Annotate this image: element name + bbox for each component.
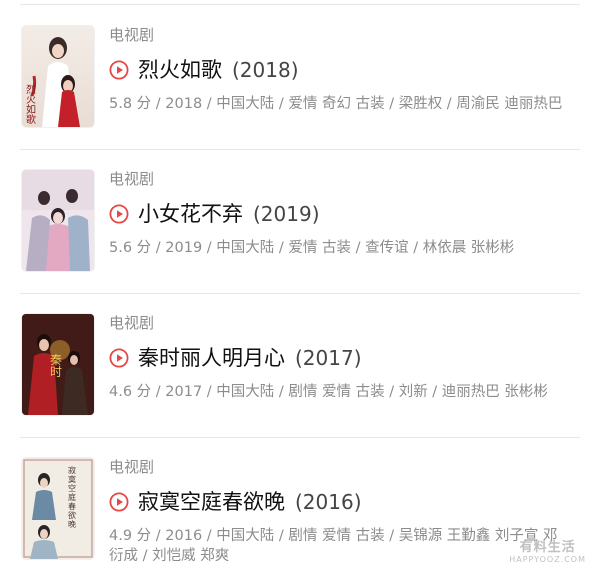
poster-text: 烈火如歌 xyxy=(26,85,36,126)
poster-image[interactable] xyxy=(22,170,94,271)
list-item[interactable]: 烈火如歌 电视剧 烈火如歌 (2018) 5.8 分 / 2018 / 中国大陆… xyxy=(0,5,600,149)
watermark-sub: HAPPYOOZ.COM xyxy=(509,555,586,564)
poster-art xyxy=(22,170,94,271)
item-title[interactable]: 秦时丽人明月心 xyxy=(138,343,285,373)
category-label: 电视剧 xyxy=(109,458,155,476)
play-icon[interactable] xyxy=(109,348,129,368)
item-year: (2018) xyxy=(232,58,299,82)
poster-text: 秦时 xyxy=(50,353,63,379)
category-label: 电视剧 xyxy=(109,26,155,44)
item-year: (2016) xyxy=(295,490,362,514)
item-title[interactable]: 小女花不弃 xyxy=(138,199,243,229)
play-icon[interactable] xyxy=(109,60,129,80)
item-meta: 4.9 分 / 2016 / 中国大陆 / 剧情 爱情 古装 / 吴锦源 王勤鑫… xyxy=(109,528,558,564)
category-label: 电视剧 xyxy=(109,314,155,332)
result-list: 烈火如歌 电视剧 烈火如歌 (2018) 5.8 分 / 2018 / 中国大陆… xyxy=(0,5,600,581)
category-label: 电视剧 xyxy=(109,170,155,188)
poster-image[interactable]: 寂寞空庭春欲晚 xyxy=(22,458,94,559)
item-title[interactable]: 烈火如歌 xyxy=(138,55,222,85)
play-icon[interactable] xyxy=(109,492,129,512)
list-item[interactable]: 电视剧 小女花不弃 (2019) 5.6 分 / 2019 / 中国大陆 / 爱… xyxy=(0,149,600,293)
play-icon[interactable] xyxy=(109,204,129,224)
item-title[interactable]: 寂寞空庭春欲晚 xyxy=(138,487,285,517)
watermark: 有料生活 HAPPYOOZ.COM xyxy=(509,536,586,564)
list-item[interactable]: 秦时 电视剧 秦时丽人明月心 (2017) 4.6 分 / 2017 / 中国大… xyxy=(0,293,600,437)
poster-art xyxy=(22,458,94,559)
item-meta: 4.6 分 / 2017 / 中国大陆 / 剧情 爱情 古装 / 刘新 / 迪丽… xyxy=(109,384,548,400)
watermark-main: 有料生活 xyxy=(519,540,576,555)
poster-image[interactable]: 秦时 xyxy=(22,314,94,415)
poster-text: 寂寞空庭春欲晚 xyxy=(68,466,76,529)
poster-image[interactable]: 烈火如歌 xyxy=(22,26,94,127)
item-meta: 5.6 分 / 2019 / 中国大陆 / 爱情 古装 / 查传谊 / 林依晨 … xyxy=(109,240,515,256)
item-meta: 5.8 分 / 2018 / 中国大陆 / 爱情 奇幻 古装 / 梁胜权 / 周… xyxy=(109,96,563,112)
item-year: (2017) xyxy=(295,346,362,370)
item-year: (2019) xyxy=(253,202,320,226)
